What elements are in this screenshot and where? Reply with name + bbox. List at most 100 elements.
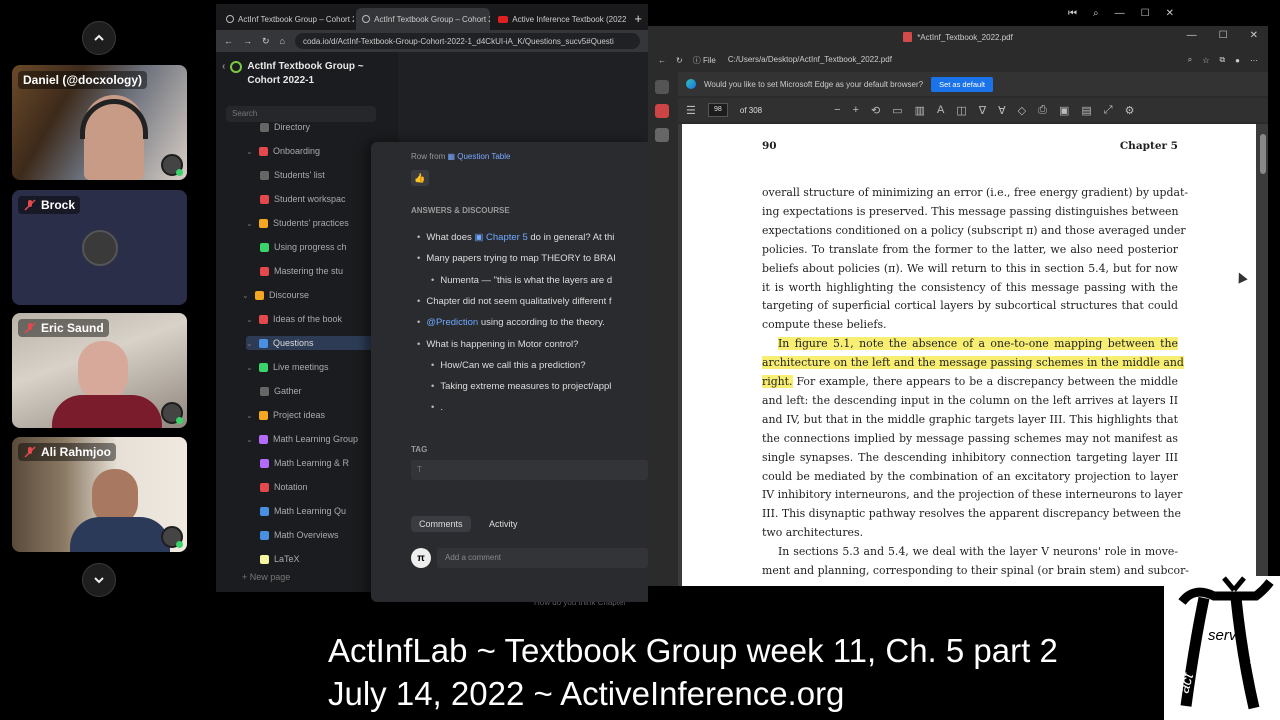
tab-icon[interactable] [655,80,669,94]
answer-bullet[interactable]: . [431,402,648,413]
browser-tab[interactable]: Active Inference Textbook (2022) – Y✕ [492,8,626,30]
browser-tab[interactable]: ActInf Textbook Group – Cohort 20✕ [220,8,354,30]
back-icon[interactable]: ← [658,56,666,65]
sidebar-item[interactable]: Math Overviews [260,528,386,542]
draw-icon[interactable]: ∇ [979,104,986,117]
add-tab-icon[interactable] [655,128,669,142]
tag-input[interactable]: T [411,460,648,480]
erase-icon[interactable]: ◇ [1018,104,1026,117]
scroll-up-button[interactable] [82,21,116,55]
edge-url-field[interactable]: ⓘ File C:/Users/a/Desktop/ActInf_Textboo… [693,55,1178,66]
fullscreen-icon[interactable]: ⤢ [1104,104,1113,117]
sidebar-item[interactable]: Mastering the stu [260,264,386,278]
sidebar-item[interactable]: ⌄ Live meetings [246,360,386,374]
pdf-scrollbar[interactable] [1260,134,1266,174]
collapse-icon[interactable]: ‹ [222,60,225,88]
table-link[interactable]: ▦ Question Table [447,152,510,161]
answer-bullet[interactable]: @Prediction using according to the theor… [417,317,648,328]
sidebar-item[interactable]: ⌄ Project ideas [246,408,386,422]
sidebar-item[interactable]: Gather [260,384,386,398]
more-icon[interactable]: ⋯ [1250,56,1258,65]
chevron-down-icon[interactable]: ⌄ [246,219,254,228]
mention-link[interactable]: @Prediction [426,317,478,328]
answer-bullet[interactable]: What does ▣ Chapter 5 do in general? At … [417,232,648,243]
tab-comments[interactable]: Comments [411,516,471,532]
save-as-icon[interactable]: ▤ [1081,104,1091,117]
zoom-icon[interactable]: ⌕ [1188,55,1192,65]
new-tab-icon[interactable]: + [628,11,648,30]
set-default-button[interactable]: Set as default [931,76,993,92]
answer-bullet[interactable]: Chapter did not seem qualitatively diffe… [417,296,648,307]
answer-bullet[interactable]: How/Can we call this a prediction? [431,360,648,371]
answer-bullet[interactable]: What is happening in Motor control? [417,339,648,350]
tab-activity[interactable]: Activity [481,516,526,532]
print-icon[interactable]: ⎙ [1038,104,1047,117]
scroll-down-button[interactable] [82,563,116,597]
search-icon[interactable]: ⌕ [1093,8,1099,19]
settings-icon[interactable]: ⚙ [1125,104,1135,117]
close-icon[interactable]: ✕ [1250,30,1258,41]
profile-icon[interactable]: ● [1235,56,1240,65]
minimize-icon[interactable]: — [1187,30,1197,41]
close-icon[interactable]: ✕ [1166,8,1174,19]
forward-icon[interactable]: → [243,36,252,46]
pdf-viewer[interactable]: 90 Chapter 5 overall structure of minimi… [678,124,1268,586]
sidebar-item[interactable]: ⌄ Students' practices [246,216,386,230]
sidebar-item[interactable]: Student workspac [260,192,386,206]
chevron-down-icon[interactable]: ⌄ [242,291,250,300]
zoom-out-icon[interactable]: − [834,104,840,116]
participant-tile[interactable]: Ali Rahmjoo [12,437,187,552]
comment-input[interactable]: Add a comment [437,548,648,568]
sidebar-item[interactable]: Using progress ch [260,240,386,254]
participant-tile[interactable]: Eric Saund [12,313,187,428]
answer-bullet[interactable]: Taking extreme measures to project/appl [431,381,648,392]
browser-tab-active[interactable]: ActInf Textbook Group – Cohort 20✕ [356,8,491,30]
page-view-icon[interactable]: ▥ [915,104,925,117]
chevron-down-icon[interactable]: ⌄ [246,147,254,156]
media-icon[interactable]: ⏮ [1068,8,1077,19]
sidebar-item[interactable]: Notation [260,480,386,494]
highlight-icon[interactable]: ∀ [998,104,1006,117]
sidebar-item[interactable]: ⌄ Ideas of the book [246,312,386,326]
sidebar-item[interactable]: ⌄ Math Learning Group [246,432,386,446]
new-page-button[interactable]: + New page [242,570,290,584]
zoom-in-icon[interactable]: + [853,104,859,116]
answer-bullet[interactable]: Numenta — "this is what the layers are d [431,275,648,286]
fit-page-icon[interactable]: ▭ [892,104,902,117]
sidebar-item[interactable]: ⌄ Questions [246,336,386,350]
sidebar-item[interactable]: Math Learning & R [260,456,386,470]
workspace-title[interactable]: ‹ ActInf Textbook Group ~ Cohort 2022-1 [222,60,392,88]
sidebar-item[interactable]: LaTeX [260,552,386,566]
page-chip[interactable]: ▣ Chapter 5 [474,232,527,243]
favorite-icon[interactable]: ☆ [1202,56,1209,65]
chevron-down-icon[interactable]: ⌄ [246,411,254,420]
thumbs-up-icon[interactable]: 👍 [411,170,429,186]
url-input[interactable]: coda.io/d/ActInf-Textbook-Group-Cohort-2… [294,33,640,49]
reload-icon[interactable]: ↻ [262,36,270,47]
immersive-reader-icon[interactable]: ◫ [956,104,966,117]
minimize-icon[interactable]: — [1115,8,1125,19]
read-aloud-icon[interactable]: A [937,104,944,116]
chevron-down-icon[interactable]: ⌄ [246,435,254,444]
sidebar-item[interactable]: Math Learning Qu [260,504,386,518]
participant-tile[interactable]: Brock [12,190,187,305]
chevron-down-icon[interactable]: ⌄ [246,315,254,324]
back-icon[interactable]: ← [224,36,233,46]
chevron-down-icon[interactable]: ⌄ [246,363,254,372]
sidebar-item[interactable]: ⌄ Discourse [242,288,386,302]
page-number-input[interactable]: 98 [707,103,728,117]
chevron-down-icon[interactable]: ⌄ [246,339,254,348]
contents-icon[interactable]: ☰ [686,104,696,117]
participant-tile[interactable]: Daniel (@docxology) [12,65,187,180]
maximize-icon[interactable]: ☐ [1219,30,1228,41]
answer-bullet[interactable]: Many papers trying to map THEORY to BRAI [417,253,648,264]
home-icon[interactable]: ⌂ [280,36,285,46]
save-icon[interactable]: ▣ [1059,104,1069,117]
maximize-icon[interactable]: ☐ [1141,8,1150,19]
reload-icon[interactable]: ↻ [676,56,683,65]
tab-icon[interactable] [655,104,669,118]
sidebar-item[interactable]: Students' list [260,168,386,182]
rotate-icon[interactable]: ⟲ [871,104,880,117]
sidebar-item[interactable]: ⌄ Onboarding [246,144,386,158]
sidebar-item[interactable]: Directory [260,120,386,134]
